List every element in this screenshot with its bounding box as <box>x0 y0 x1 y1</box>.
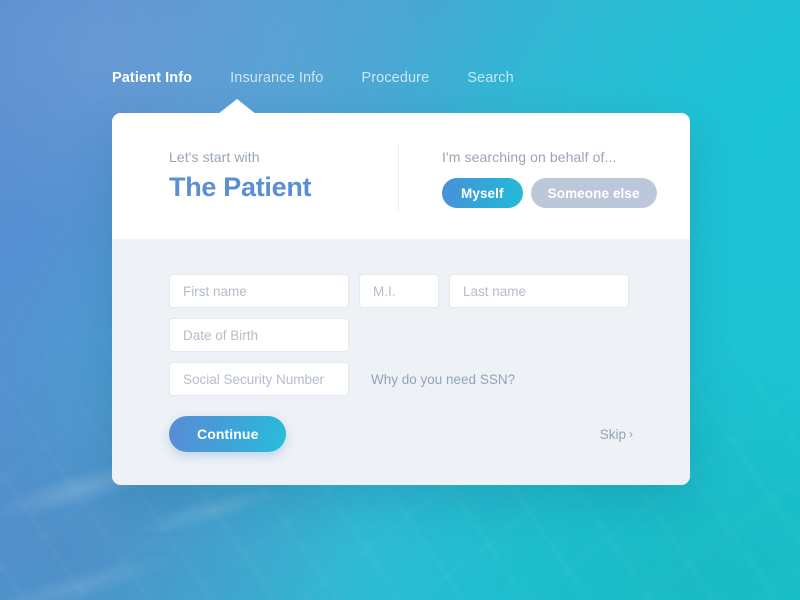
behalf-toggle-group: Myself Someone else <box>442 178 690 208</box>
patient-info-card: Let's start with The Patient I'm searchi… <box>112 113 690 485</box>
card-header-left: Let's start with The Patient <box>112 113 398 239</box>
behalf-label: I'm searching on behalf of... <box>442 149 617 165</box>
behalf-option-myself[interactable]: Myself <box>442 178 523 208</box>
tab-procedure[interactable]: Procedure <box>361 66 429 90</box>
chevron-right-icon: › <box>629 427 633 441</box>
eyebrow-text: Let's start with <box>169 149 260 165</box>
card-header: Let's start with The Patient I'm searchi… <box>112 113 690 239</box>
name-field-row <box>169 274 633 308</box>
middle-initial-input[interactable] <box>359 274 439 308</box>
tab-bar: Patient Info Insurance Info Procedure Se… <box>112 66 690 90</box>
behalf-option-someone-else[interactable]: Someone else <box>530 178 657 208</box>
skip-label: Skip <box>599 426 626 442</box>
card-body: Why do you need SSN? Continue Skip › <box>112 239 690 485</box>
last-name-input[interactable] <box>449 274 629 308</box>
card-actions: Continue Skip › <box>169 416 633 452</box>
ssn-field-row: Why do you need SSN? <box>169 362 633 396</box>
tab-insurance-info[interactable]: Insurance Info <box>230 66 323 90</box>
first-name-input[interactable] <box>169 274 349 308</box>
tab-patient-info[interactable]: Patient Info <box>112 66 192 90</box>
page-title: The Patient <box>169 172 312 202</box>
ssn-help-link[interactable]: Why do you need SSN? <box>371 372 515 387</box>
date-of-birth-input[interactable] <box>169 318 349 352</box>
social-security-number-input[interactable] <box>169 362 349 396</box>
continue-button[interactable]: Continue <box>169 416 287 452</box>
card-header-right: I'm searching on behalf of... Myself Som… <box>399 113 690 239</box>
skip-link[interactable]: Skip › <box>600 427 633 442</box>
tab-search[interactable]: Search <box>467 66 514 90</box>
active-tab-pointer-icon <box>218 99 256 114</box>
dob-field-row <box>169 318 633 352</box>
